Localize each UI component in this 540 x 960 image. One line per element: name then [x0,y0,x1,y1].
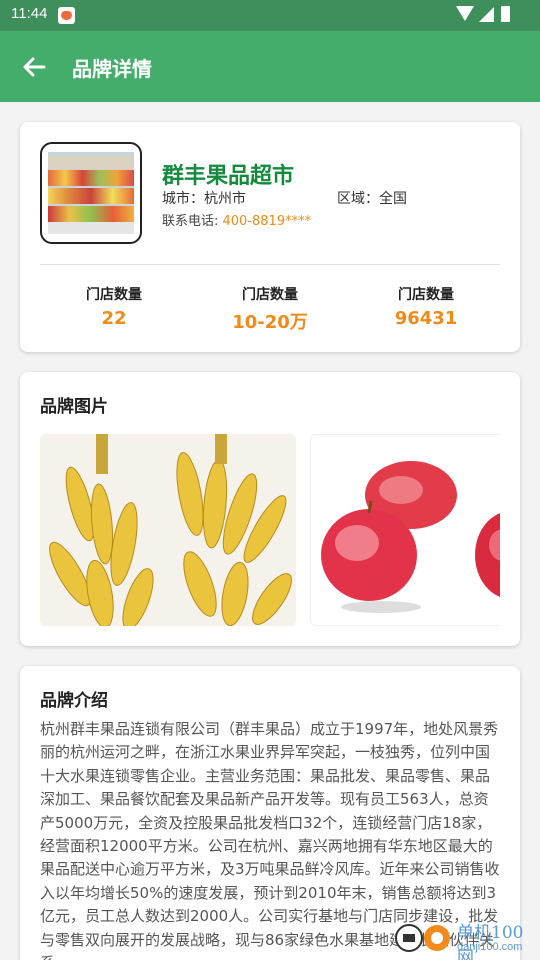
image-gallery[interactable] [40,434,500,626]
battery-icon [501,6,510,22]
arrow-left-icon [23,57,46,77]
supermarket-shelf-image [48,152,134,234]
apples-photo[interactable] [310,434,500,626]
phone-label: 联系电话: [162,214,223,229]
watermark-logo-icon [395,924,450,952]
status-time: 11:44 [11,5,48,22]
region-value: 全国 [379,191,407,207]
stat-value: 96431 [394,308,458,329]
stat-label: 门店数量 [398,287,454,303]
brand-info-card: 群丰果品超市 城市：杭州市 区域：全国 联系电话: 400-8819**** 门… [20,122,520,352]
brand-intro-card: 品牌介绍 杭州群丰果品连锁有限公司（群丰果品）成立于1997年，地处风景秀丽的杭… [20,666,520,960]
section-title-images: 品牌图片 [40,397,108,417]
stat-label: 门店数量 [86,287,142,303]
phone-info: 联系电话: 400-8819**** [162,210,311,229]
signal-icon [479,7,494,22]
status-icons [450,6,510,24]
stat-store-count-3: 门店数量 96431 [356,284,496,329]
site-watermark: 单机100网 danji100.com [395,918,540,960]
status-bar: 11:44 [0,0,540,31]
city-value: 杭州市 [204,191,246,207]
brand-images-card: 品牌图片 [20,372,520,646]
brand-logo [40,142,142,244]
watermark-url: danji100.com [457,941,523,953]
bananas-image [40,434,296,626]
stat-value: 10-20万 [232,312,308,333]
phone-link[interactable]: 400-8819**** [223,214,312,229]
wifi-icon [456,6,474,21]
watermark-text: 单机100网 [457,923,524,960]
app-bar: 品牌详情 [0,31,540,102]
stat-store-count-2: 门店数量 10-20万 [200,284,340,334]
stat-label: 门店数量 [242,287,298,303]
divider [40,264,500,265]
bananas-photo[interactable] [40,434,296,626]
back-button[interactable] [16,49,52,85]
page-title: 品牌详情 [72,57,152,81]
city-info: 城市：杭州市 [162,188,246,208]
apples-image [311,435,500,625]
region-info: 区域：全国 [337,188,407,208]
stat-store-count-1: 门店数量 22 [44,284,184,329]
stat-value: 22 [101,308,127,329]
notification-app-icon [58,7,75,24]
section-title-intro: 品牌介绍 [40,691,108,711]
brand-name: 群丰果品超市 [162,164,295,189]
city-label: 城市： [162,191,204,207]
region-label: 区域： [337,191,379,207]
